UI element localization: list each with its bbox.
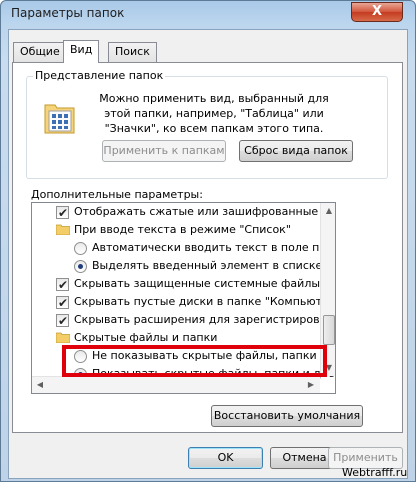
- list-item[interactable]: ✔ Скрывать расширения для зарегистрирова…: [32, 311, 335, 329]
- ok-button[interactable]: OK: [188, 447, 263, 469]
- list-item[interactable]: Выделять введенный элемент в списке: [32, 257, 322, 275]
- close-button[interactable]: X: [351, 2, 403, 22]
- window-title: Параметры папок: [11, 6, 125, 20]
- list-item: При вводе текста в режиме "Список": [32, 221, 322, 239]
- checkmark-icon: ✔: [58, 206, 69, 220]
- tab-search[interactable]: Поиск: [108, 42, 157, 62]
- list-item-label: Скрывать защищенные системные файлы (рек…: [74, 277, 335, 290]
- checkbox[interactable]: ✔: [56, 278, 69, 292]
- scroll-left-icon[interactable]: ◀: [32, 377, 48, 393]
- view-tab-panel: Представление папок Можно применить вид,…: [12, 62, 403, 433]
- scroll-right-icon[interactable]: ▶: [303, 377, 319, 393]
- list-item-label: Скрывать расширения для зарегистрированн…: [74, 313, 335, 326]
- tab-view[interactable]: Вид: [63, 40, 100, 63]
- radio-button[interactable]: [74, 242, 87, 255]
- folder-view-group: Представление папок Можно применить вид,…: [26, 69, 388, 179]
- folder-icon: [56, 332, 70, 343]
- checkmark-icon: ✔: [58, 296, 69, 310]
- tab-general[interactable]: Общие: [13, 42, 67, 62]
- folder-view-legend: Представление папок: [33, 69, 166, 82]
- title-bar[interactable]: Параметры папок X: [1, 1, 415, 27]
- highlight-frame: [62, 345, 327, 377]
- radio-button[interactable]: [74, 260, 87, 273]
- list-item[interactable]: ✔ Скрывать пустые диски в папке "Компьют…: [32, 293, 335, 311]
- horizontal-scrollbar[interactable]: ◀ ▶: [32, 376, 320, 393]
- list-item-label: Автоматически вводить текст в поле поиск…: [92, 241, 336, 254]
- list-item-label: Отображать сжатые или зашифрованные файл…: [74, 205, 335, 218]
- list-item[interactable]: Автоматически вводить текст в поле поиск…: [32, 239, 335, 257]
- reset-folders-button[interactable]: Сброс вида папок: [239, 140, 353, 162]
- restore-defaults-button[interactable]: Восстановить умолчания: [211, 405, 363, 427]
- checkbox[interactable]: ✔: [56, 296, 69, 310]
- advanced-settings-label: Дополнительные параметры:: [31, 188, 203, 201]
- folder-view-icon: [44, 104, 75, 134]
- apply-to-folders-button[interactable]: Применить к папкам: [102, 140, 226, 162]
- list-item-label: При вводе текста в режиме "Список": [74, 223, 291, 236]
- folder-view-description: Можно применить вид, выбранный для этой …: [99, 92, 329, 135]
- checkmark-icon: ✔: [58, 314, 69, 328]
- list-item-label: Скрывать пустые диски в папке "Компьютер…: [74, 295, 336, 308]
- scroll-up-icon[interactable]: ▲: [321, 203, 335, 219]
- list-item-label: Выделять введенный элемент в списке: [92, 259, 323, 272]
- scroll-thumb[interactable]: [323, 315, 335, 345]
- checkmark-icon: ✔: [58, 278, 69, 292]
- dialog-client-area: Общие Вид Поиск Представление папок Можн…: [8, 29, 408, 479]
- checkbox[interactable]: ✔: [56, 314, 69, 328]
- checkbox[interactable]: ✔: [56, 206, 69, 220]
- watermark: Webtrafff.ru: [342, 466, 408, 479]
- list-item[interactable]: ✔ Скрывать защищенные системные файлы (р…: [32, 275, 335, 293]
- list-item[interactable]: ✔ Отображать сжатые или зашифрованные фа…: [32, 203, 335, 221]
- radio-selected-dot: [78, 264, 83, 269]
- tab-strip: Общие Вид Поиск: [9, 40, 407, 63]
- folder-options-window: Параметры папок X Общие Вид Поиск Предст…: [0, 0, 416, 482]
- folder-icon: [56, 224, 70, 235]
